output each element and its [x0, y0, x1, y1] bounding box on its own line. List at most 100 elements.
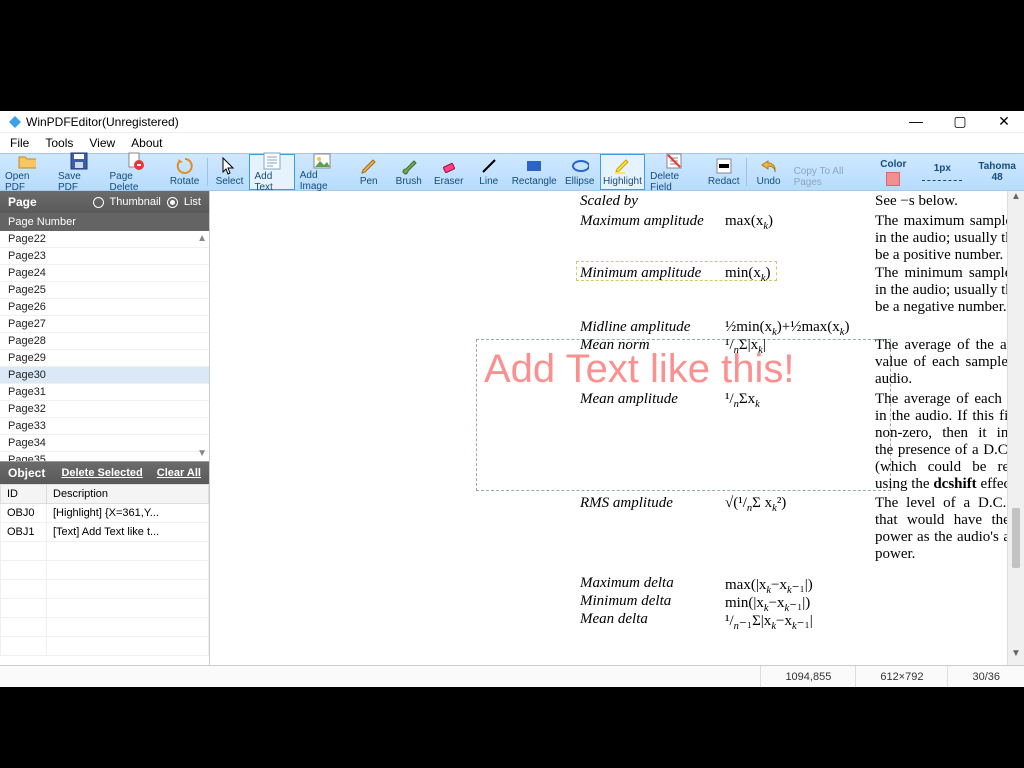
page-item-page26[interactable]: Page26 — [0, 299, 209, 316]
vertical-scrollbar[interactable]: ▲ ▼ — [1007, 191, 1024, 665]
page-item-page28[interactable]: Page28 — [0, 333, 209, 350]
stroke-box[interactable]: 1px — [914, 154, 970, 190]
menu-tools[interactable]: Tools — [45, 136, 73, 150]
page-item-page30[interactable]: Page30 — [0, 367, 209, 384]
rotate-button[interactable]: Rotate — [165, 154, 205, 190]
line-icon — [480, 157, 498, 175]
page-item-page27[interactable]: Page27 — [0, 316, 209, 333]
open-pdf-button[interactable]: Open PDF — [0, 154, 53, 190]
color-box[interactable]: Color — [872, 154, 914, 190]
window-title: WinPDFEditor(Unregistered) — [26, 115, 179, 129]
page-item-page23[interactable]: Page23 — [0, 248, 209, 265]
menu-view[interactable]: View — [89, 136, 115, 150]
ellipse-button[interactable]: Ellipse — [560, 154, 600, 190]
add-image-label: Add Image — [300, 170, 344, 192]
page-item-page24[interactable]: Page24 — [0, 265, 209, 282]
scroll-up-icon[interactable]: ▲ — [1008, 191, 1024, 208]
app-icon — [8, 115, 22, 129]
highlight-icon — [613, 157, 631, 175]
body: Page Thumbnail List Page Number ▲ ▼ Page… — [0, 191, 1024, 665]
mode-list-label[interactable]: List — [184, 196, 201, 208]
doc-description: The level of a D.C. signal that would ha… — [875, 495, 1007, 563]
highlight-button[interactable]: Highlight — [600, 154, 645, 190]
pdf-page[interactable]: Add Text like this! Scaled byMaximum amp… — [250, 191, 970, 651]
status-page: 30/36 — [947, 666, 1024, 687]
menu-about[interactable]: About — [131, 136, 162, 150]
ellipse-label: Ellipse — [565, 176, 594, 187]
rotate-icon — [176, 157, 194, 175]
object-panel-title: Object — [8, 466, 45, 480]
highlight-label: Highlight — [603, 176, 642, 187]
scroll-thumb[interactable] — [1012, 508, 1020, 568]
delete-field-button[interactable]: Delete Field — [645, 154, 704, 190]
page-item-page32[interactable]: Page32 — [0, 401, 209, 418]
clear-all-link[interactable]: Clear All — [157, 467, 201, 479]
object-row[interactable]: OBJ0[Highlight] {X=361,Y... — [1, 504, 209, 523]
doc-label: Minimum amplitude — [580, 265, 701, 282]
save-pdf-button[interactable]: Save PDF — [53, 154, 104, 190]
redact-button[interactable]: Redact — [704, 154, 744, 190]
page-delete-button[interactable]: Page Delete — [104, 154, 164, 190]
scroll-down-icon[interactable]: ▼ — [1008, 648, 1024, 665]
radio-list[interactable] — [167, 197, 178, 208]
page-item-page33[interactable]: Page33 — [0, 418, 209, 435]
copy-all-icon — [821, 156, 839, 165]
page-panel-header: Page Thumbnail List — [0, 191, 209, 213]
doc-label: Maximum amplitude — [580, 213, 704, 230]
obj-col-id[interactable]: ID — [1, 485, 47, 504]
undo-icon — [760, 157, 778, 175]
eraser-icon — [440, 157, 458, 175]
brush-button[interactable]: Brush — [389, 154, 429, 190]
document-canvas[interactable]: Add Text like this! Scaled byMaximum amp… — [210, 191, 1007, 665]
doc-label: Mean norm — [580, 337, 650, 354]
add-text-icon — [263, 152, 281, 170]
save-pdf-icon — [70, 152, 88, 170]
page-list-scroll-down[interactable]: ▼ — [197, 448, 207, 459]
mode-thumbnail-label[interactable]: Thumbnail — [110, 196, 161, 208]
window-controls: — ▢ ✕ — [904, 113, 1016, 130]
select-button[interactable]: Select — [209, 154, 249, 190]
menubar: File Tools View About — [0, 133, 1024, 153]
maximize-button[interactable]: ▢ — [948, 113, 972, 130]
doc-description: The average of the absolute value of eac… — [875, 337, 1007, 388]
stroke-preview — [922, 180, 962, 181]
page-item-page25[interactable]: Page25 — [0, 282, 209, 299]
copy-all-button[interactable]: Copy To All Pages — [789, 154, 873, 190]
doc-label: Mean delta — [580, 611, 648, 628]
add-text-button[interactable]: Add Text — [249, 154, 294, 190]
close-button[interactable]: ✕ — [992, 113, 1016, 130]
redact-label: Redact — [708, 176, 740, 187]
delete-selected-link[interactable]: Delete Selected — [61, 467, 142, 479]
page-item-page31[interactable]: Page31 — [0, 384, 209, 401]
doc-formula: max(xk) — [725, 213, 773, 232]
obj-col-desc[interactable]: Description — [47, 485, 209, 504]
page-item-page29[interactable]: Page29 — [0, 350, 209, 367]
minimize-button[interactable]: — — [904, 113, 928, 130]
object-table[interactable]: ID Description OBJ0[Highlight] {X=361,Y.… — [0, 484, 209, 665]
pen-button[interactable]: Pen — [349, 154, 389, 190]
doc-description: The maximum sample value in the audio; u… — [875, 213, 1007, 264]
app-window: WinPDFEditor(Unregistered) — ▢ ✕ File Too… — [0, 111, 1024, 687]
page-item-page34[interactable]: Page34 — [0, 435, 209, 452]
radio-thumbnail[interactable] — [93, 197, 104, 208]
doc-formula: ½min(xk)+½max(xk) — [725, 319, 849, 338]
object-panel-header: Object Delete Selected Clear All — [0, 462, 209, 484]
menu-file[interactable]: File — [10, 136, 29, 150]
font-box[interactable]: Tahoma48 — [970, 154, 1024, 190]
add-image-button[interactable]: Add Image — [295, 154, 349, 190]
line-button[interactable]: Line — [469, 154, 509, 190]
undo-button[interactable]: Undo — [749, 154, 789, 190]
rectangle-button[interactable]: Rectangle — [509, 154, 560, 190]
color-swatch[interactable] — [886, 172, 900, 186]
eraser-label: Eraser — [434, 176, 463, 187]
page-list[interactable]: ▲ ▼ Page22Page23Page24Page25Page26Page27… — [0, 231, 209, 461]
doc-label: Scaled by — [580, 193, 638, 210]
page-list-scroll-up[interactable]: ▲ — [197, 233, 207, 244]
sidebar: Page Thumbnail List Page Number ▲ ▼ Page… — [0, 191, 210, 665]
doc-description: The average of each sample in the audio.… — [875, 391, 1007, 493]
page-item-page22[interactable]: Page22 — [0, 231, 209, 248]
page-item-page35[interactable]: Page35 — [0, 452, 209, 461]
eraser-button[interactable]: Eraser — [429, 154, 469, 190]
object-row[interactable]: OBJ1[Text] Add Text like t... — [1, 523, 209, 542]
line-label: Line — [479, 176, 498, 187]
